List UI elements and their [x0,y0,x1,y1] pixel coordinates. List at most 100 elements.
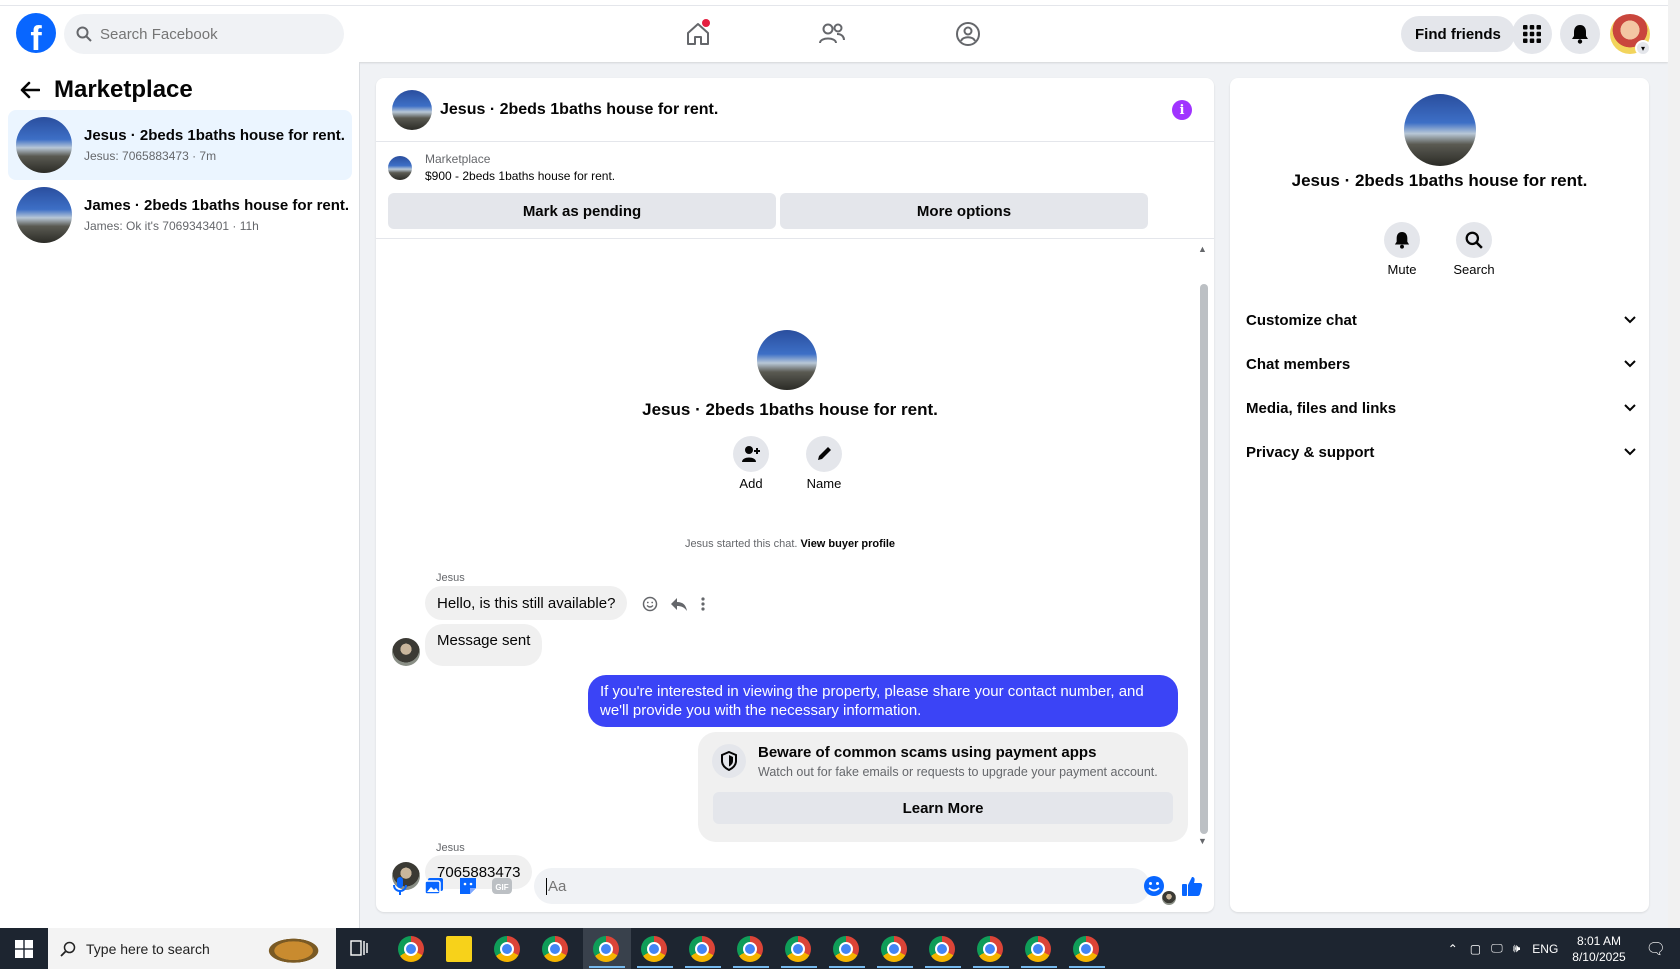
chrome-icon[interactable] [593,936,619,962]
chevron-down-icon [1624,448,1636,456]
message-input-box[interactable] [534,868,1150,904]
media-files-links-section[interactable]: Media, files and links [1246,390,1636,426]
running-app-indicator [1069,966,1105,968]
chevron-down-icon [1624,404,1636,412]
network-icon[interactable]: 🖵 [1491,941,1503,956]
gif-icon[interactable]: GIF [490,874,514,898]
chat-scrollbar[interactable] [1200,284,1208,834]
conversation-preview: James: Ok it's 7069343401 · 11h [84,219,259,233]
search-input[interactable] [100,25,320,43]
chat-started-text: Jesus started this chat. [684,538,798,550]
edit-name-button[interactable] [806,436,842,472]
chat-avatar[interactable] [392,89,432,130]
meet-now-icon[interactable]: ▢ [1470,942,1481,956]
chat-details-panel: Jesus · 2beds 1baths house for rent. Mut… [1230,78,1649,912]
more-vertical-icon[interactable] [700,596,706,612]
chrome-icon[interactable] [737,936,763,962]
windows-icon [15,939,33,958]
learn-more-button[interactable]: Learn More [713,792,1173,824]
language-indicator[interactable]: ENG [1532,942,1558,956]
listing-title[interactable]: $900 - 2beds 1baths house for rent. [425,169,615,183]
running-app-indicator [781,966,817,968]
emoji-icon[interactable] [1142,874,1166,898]
find-friends-button[interactable]: Find friends [1401,16,1515,52]
outgoing-message-bubble[interactable]: If you're interested in viewing the prop… [588,675,1178,727]
chevron-down-icon[interactable]: ▾ [1635,40,1651,56]
conversation-item[interactable]: James · 2beds 1baths house for rent. Jam… [8,180,352,250]
chrome-icon[interactable] [881,936,907,962]
back-arrow-icon[interactable] [20,81,40,99]
chevron-up-icon[interactable]: ⌃ [1448,942,1458,956]
conversation-avatar [757,330,817,390]
bell-icon [1394,232,1410,249]
section-label: Chat members [1246,355,1351,373]
window-top-border [0,5,1668,6]
sticker-icon[interactable] [456,874,480,898]
info-icon[interactable]: i [1172,100,1192,120]
chrome-icon[interactable] [833,936,859,962]
clock[interactable]: 8:01 AM 8/10/2025 [1572,933,1625,965]
search-in-conversation-button[interactable] [1456,222,1492,258]
home-nav-button[interactable] [680,16,716,52]
notifications-button[interactable] [1560,14,1600,54]
view-buyer-profile-link[interactable]: View buyer profile [801,538,896,550]
marketplace-inbox-sidebar: Marketplace Jesus · 2beds 1baths house f… [0,62,360,928]
start-button[interactable] [0,928,48,969]
photo-icon[interactable] [422,874,446,898]
reply-icon[interactable] [670,596,688,612]
chevron-down-icon [1624,360,1636,368]
chrome-icon[interactable] [542,936,568,962]
system-tray: ⌃ ▢ 🖵 🕪 ENG 8:01 AM 8/10/2025 🗨 [1448,928,1680,969]
thumbs-up-icon[interactable] [1180,874,1204,898]
volume-icon[interactable]: 🕪 [1513,941,1521,956]
privacy-support-section[interactable]: Privacy & support [1246,434,1636,470]
chrome-icon[interactable] [977,936,1003,962]
running-app-indicator [973,966,1009,968]
listing-thumbnail[interactable] [388,156,412,180]
message-bubble[interactable]: Message sent [425,624,543,666]
clock-time: 8:01 AM [1576,933,1621,948]
scam-warning-card: Beware of common scams using payment app… [698,732,1188,842]
search-icon [1465,231,1483,249]
chat-title[interactable]: Jesus · 2beds 1baths house for rent. [440,101,718,119]
notification-center-icon[interactable]: 🗨 [1646,939,1666,959]
page-scrollbar[interactable] [1668,0,1680,928]
task-view-icon[interactable] [350,940,368,959]
conversation-item[interactable]: Jesus · 2beds 1baths house for rent. Jes… [8,110,352,180]
more-options-button[interactable]: More options [780,193,1148,229]
chrome-icon[interactable] [689,936,715,962]
chrome-icon[interactable] [641,936,667,962]
chrome-icon[interactable] [1025,936,1051,962]
microphone-icon[interactable] [388,874,412,898]
scroll-up-arrow[interactable]: ▲ [1198,244,1207,254]
menu-button[interactable] [1512,14,1552,54]
chrome-icon[interactable] [398,936,424,962]
groups-nav-button[interactable] [950,16,986,52]
chrome-icon[interactable] [494,936,520,962]
conversation-name: Jesus · 2beds 1baths house for rent. [1291,171,1588,190]
chat-members-section[interactable]: Chat members [1246,346,1636,382]
section-label: Media, files and links [1246,399,1397,417]
facebook-logo[interactable]: f [16,13,56,53]
sender-avatar[interactable] [392,638,420,666]
chrome-icon[interactable] [785,936,811,962]
running-app-indicator [589,966,625,968]
chat-window: Jesus · 2beds 1baths house for rent. i M… [376,78,1214,912]
chrome-icon[interactable] [929,936,955,962]
react-icon[interactable] [642,596,658,612]
sticky-notes-icon[interactable] [446,936,472,962]
customize-chat-section[interactable]: Customize chat [1246,302,1636,338]
conversation-title: James · 2beds 1baths house for rent. [84,197,350,214]
mark-as-pending-button[interactable]: Mark as pending [388,193,776,229]
mute-button[interactable] [1384,222,1420,258]
taskbar-search[interactable]: Type here to search [48,928,336,969]
windows-taskbar: Type here to search ⌃ ▢ 🖵 🕪 ENG 8:01 AM … [0,928,1680,969]
scroll-down-arrow[interactable]: ▼ [1198,836,1207,846]
message-bubble[interactable]: Hello, is this still available? [425,586,628,620]
friends-nav-button[interactable] [814,16,850,52]
chrome-icon[interactable] [1073,936,1099,962]
message-input[interactable] [546,877,1086,895]
add-people-button[interactable] [733,436,769,472]
search-bar[interactable] [64,14,344,54]
grid-menu-icon [1523,25,1541,43]
